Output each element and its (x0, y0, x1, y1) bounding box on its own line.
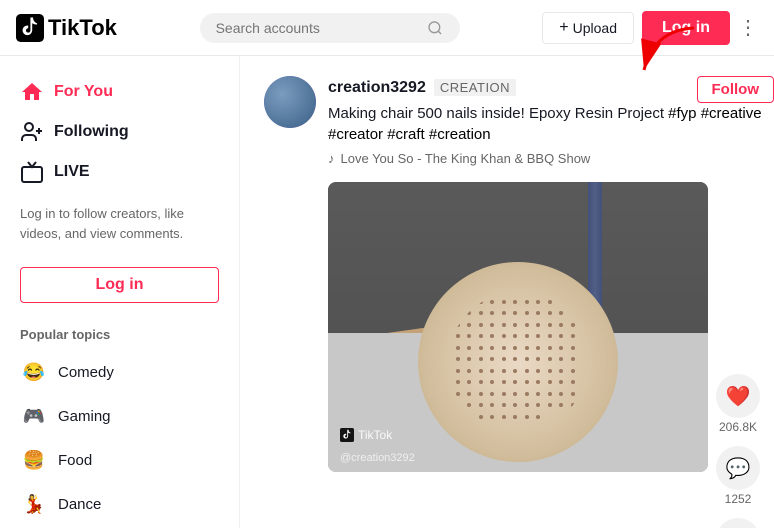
sidebar-item-live[interactable]: LIVE (8, 152, 231, 192)
tag-creation: #creation (429, 126, 491, 143)
avatar[interactable] (264, 76, 316, 128)
gaming-icon: 🎮 (20, 402, 48, 430)
share-icon[interactable]: ↗ (716, 518, 760, 528)
video-watermark: TikTok (340, 428, 392, 442)
tiktok-logo-icon (16, 14, 44, 42)
main-layout: For You Following LIVE Log in to follow … (0, 56, 774, 528)
for-you-label: For You (54, 83, 113, 101)
video-sound: ♪ Love You So - The King Khan & BBQ Show (328, 151, 774, 166)
more-options-button[interactable]: ⋮ (738, 15, 758, 40)
music-note-icon: ♪ (328, 151, 335, 166)
dance-icon: 💃 (20, 490, 48, 518)
nails-grid (448, 292, 588, 432)
comedy-label: Comedy (58, 364, 114, 381)
logo-text: TikTok (48, 15, 117, 41)
search-input[interactable] (216, 20, 420, 36)
video-thumbnail[interactable]: TikTok @creation3292 (328, 182, 708, 472)
video-card: creation3292 CREATION Follow Making chai… (264, 76, 774, 528)
video-actions: ❤️ 206.8K 💬 1252 ↗ 740 (716, 174, 772, 528)
header-actions: + Upload Log in ⋮ (542, 11, 758, 45)
video-description: Making chair 500 nails inside! Epoxy Res… (328, 103, 774, 145)
sidebar-item-dance[interactable]: 💃 Dance (8, 482, 231, 526)
dance-label: Dance (58, 496, 101, 513)
video-author: creation3292 CREATION (328, 79, 516, 97)
login-prompt-text: Log in to follow creators, like videos, … (8, 192, 231, 255)
gaming-label: Gaming (58, 408, 111, 425)
like-button[interactable]: ❤️ 206.8K (716, 374, 760, 434)
sidebar-item-gaming[interactable]: 🎮 Gaming (8, 394, 231, 438)
header: TikTok + Upload Log in ⋮ (0, 0, 774, 56)
search-bar[interactable] (200, 13, 460, 43)
sidebar-item-food[interactable]: 🍔 Food (8, 438, 231, 482)
sidebar-item-following[interactable]: Following (8, 112, 231, 152)
sound-name: Love You So - The King Khan & BBQ Show (341, 151, 591, 166)
popular-topics-title: Popular topics (8, 315, 231, 350)
author-row: creation3292 CREATION Follow (328, 76, 774, 103)
sidebar-item-for-you[interactable]: For You (8, 72, 231, 112)
share-button[interactable]: ↗ 740 (716, 518, 760, 528)
comments-count: 1252 (725, 492, 752, 506)
plus-icon: + (559, 19, 568, 37)
comedy-icon: 😂 (20, 358, 48, 386)
content-area: creation3292 CREATION Follow Making chai… (240, 56, 774, 528)
watermark-text: TikTok (358, 428, 392, 442)
tag-craft: #craft (387, 126, 425, 143)
upload-label: Upload (573, 20, 617, 36)
logo-area: TikTok (16, 14, 117, 42)
live-icon (20, 160, 44, 184)
sidebar-item-comedy[interactable]: 😂 Comedy (8, 350, 231, 394)
comment-button[interactable]: 💬 1252 (716, 446, 760, 506)
tag-creative: #creative (701, 105, 762, 122)
video-details: creation3292 CREATION Follow Making chai… (328, 76, 774, 528)
watermark-handle: @creation3292 (340, 452, 415, 464)
following-icon (20, 120, 44, 144)
tag-fyp: #fyp (668, 105, 696, 122)
author-label: CREATION (434, 79, 516, 96)
search-icon (427, 19, 443, 37)
following-label: Following (54, 123, 129, 141)
sidebar: For You Following LIVE Log in to follow … (0, 56, 240, 528)
login-button[interactable]: Log in (642, 11, 730, 45)
thumbnail-row: TikTok @creation3292 ❤️ 206.8K (328, 174, 774, 528)
sidebar-login-button[interactable]: Log in (20, 267, 219, 303)
video-feed: creation3292 CREATION Follow Making chai… (264, 76, 774, 528)
comment-icon[interactable]: 💬 (716, 446, 760, 490)
author-username[interactable]: creation3292 (328, 79, 426, 97)
food-icon: 🍔 (20, 446, 48, 474)
tag-creator: #creator (328, 126, 383, 143)
live-label: LIVE (54, 163, 90, 181)
home-icon (20, 80, 44, 104)
heart-icon[interactable]: ❤️ (716, 374, 760, 418)
food-label: Food (58, 452, 92, 469)
likes-count: 206.8K (719, 420, 757, 434)
upload-button[interactable]: + Upload (542, 12, 634, 44)
follow-button[interactable]: Follow (697, 76, 774, 103)
